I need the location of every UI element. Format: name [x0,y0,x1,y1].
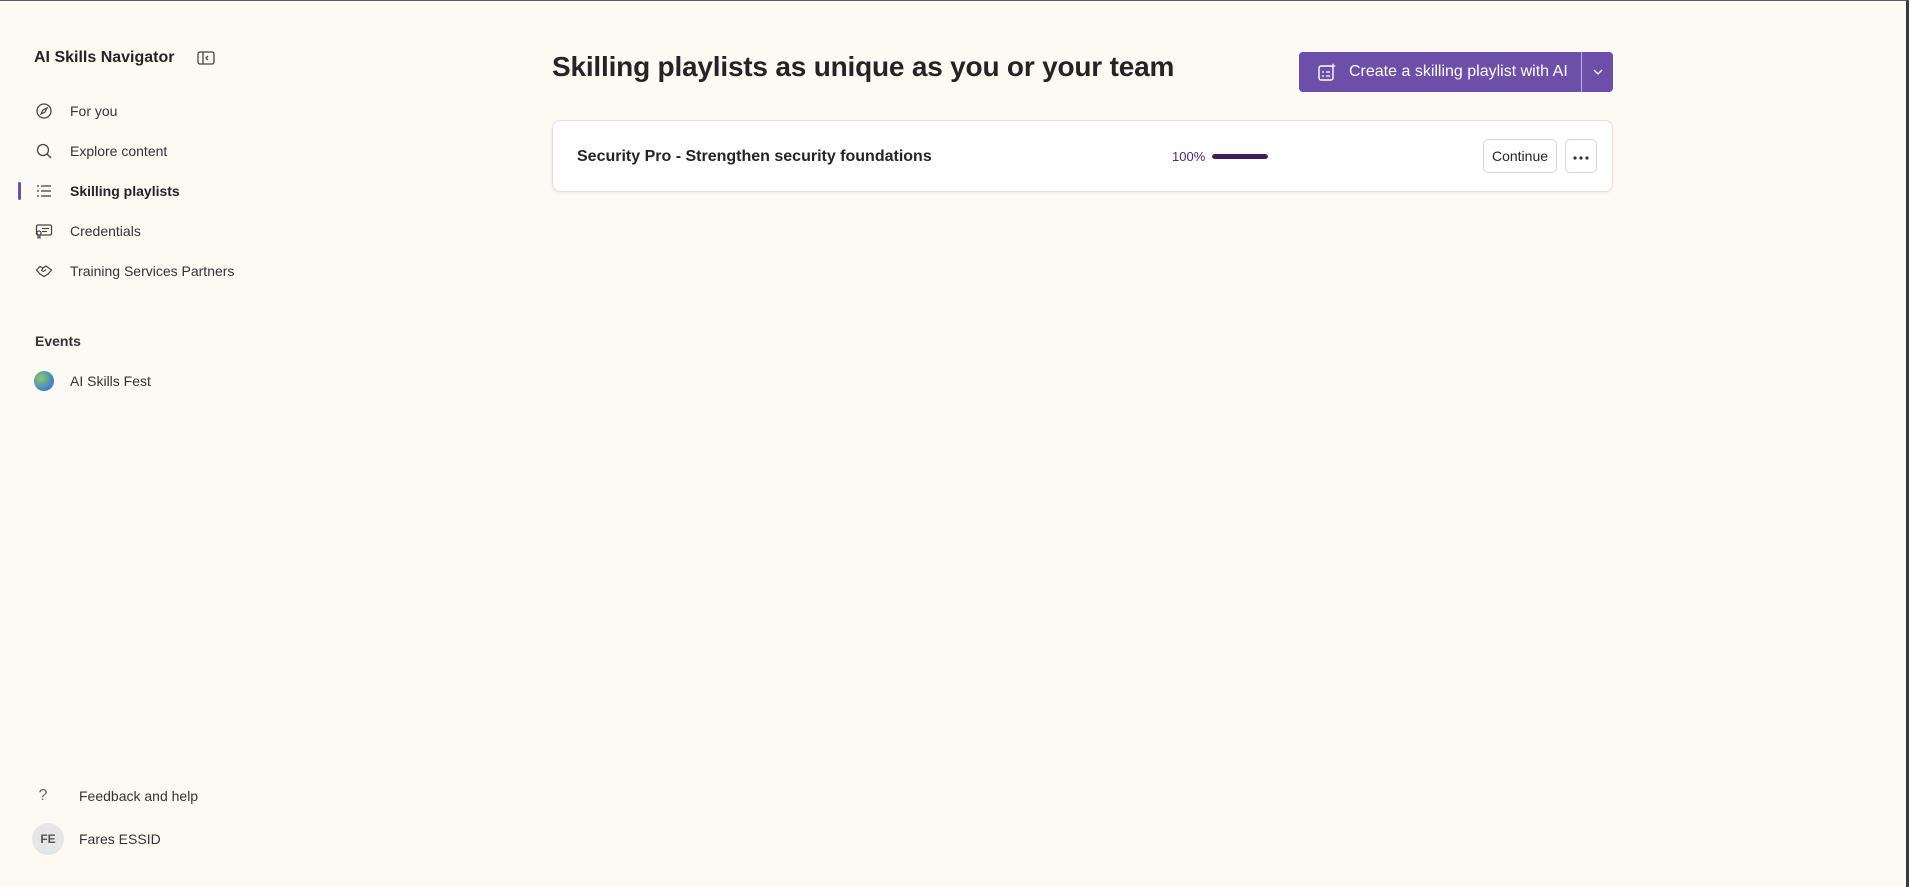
sidebar-item-explore-content[interactable]: Explore content [0,131,300,171]
sidebar-item-for-you[interactable]: For you [0,91,300,131]
sidebar-item-label: Skilling playlists [70,183,180,199]
chevron-down-icon [1592,63,1604,81]
more-icon [1573,147,1589,165]
compass-icon [34,101,54,121]
user-name: Fares ESSID [79,831,161,847]
create-playlist-label: Create a skilling playlist with AI [1349,63,1568,80]
playlist-title: Security Pro - Strengthen security found… [577,148,932,165]
create-playlist-button[interactable]: Create a skilling playlist with AI [1299,52,1581,92]
brand-row: AI Skills Navigator [34,49,215,67]
playlist-card[interactable]: Security Pro - Strengthen security found… [552,120,1613,192]
sidebar-item-label: Explore content [70,143,168,159]
app-title: AI Skills Navigator [34,49,175,66]
list-icon [34,181,54,201]
create-playlist-split-button: Create a skilling playlist with AI [1299,52,1613,92]
certificate-icon [34,221,54,241]
sidebar-nav: For you Explore content Skilling playlis… [0,91,300,291]
event-label: AI Skills Fest [70,373,151,389]
sidebar-item-skilling-playlists[interactable]: Skilling playlists [0,171,300,211]
avatar: FE [32,823,64,855]
progress-percent: 100% [1172,149,1206,164]
search-icon [34,141,54,161]
progress-bar [1212,154,1269,159]
more-options-button[interactable] [1565,139,1597,173]
feedback-help-label: Feedback and help [79,788,199,804]
playlist-progress: 100% [1172,149,1269,164]
sidebar-item-credentials[interactable]: Credentials [0,211,300,251]
ai-playlist-icon [1317,62,1337,82]
sidebar-item-label: Training Services Partners [70,263,235,279]
sidebar: AI Skills Navigator For you Explore cont… [0,1,300,887]
sidebar-item-label: Credentials [70,223,141,239]
user-profile[interactable]: FE Fares ESSID [32,823,161,855]
help-icon: ? [38,787,48,804]
sidebar-item-training-services-partners[interactable]: Training Services Partners [0,251,300,291]
feedback-help-link[interactable]: ? Feedback and help [34,787,199,805]
progress-bar-fill [1212,154,1269,159]
page-title: Skilling playlists as unique as you or y… [552,51,1175,82]
event-avatar [34,371,54,391]
collapse-sidebar-icon[interactable] [196,51,215,65]
handshake-icon [34,261,54,281]
events-heading: Events [35,333,81,349]
sidebar-item-label: For you [70,103,118,119]
sidebar-item-ai-skills-fest[interactable]: AI Skills Fest [34,371,151,391]
continue-button[interactable]: Continue [1483,139,1557,173]
create-playlist-dropdown[interactable] [1581,52,1613,92]
